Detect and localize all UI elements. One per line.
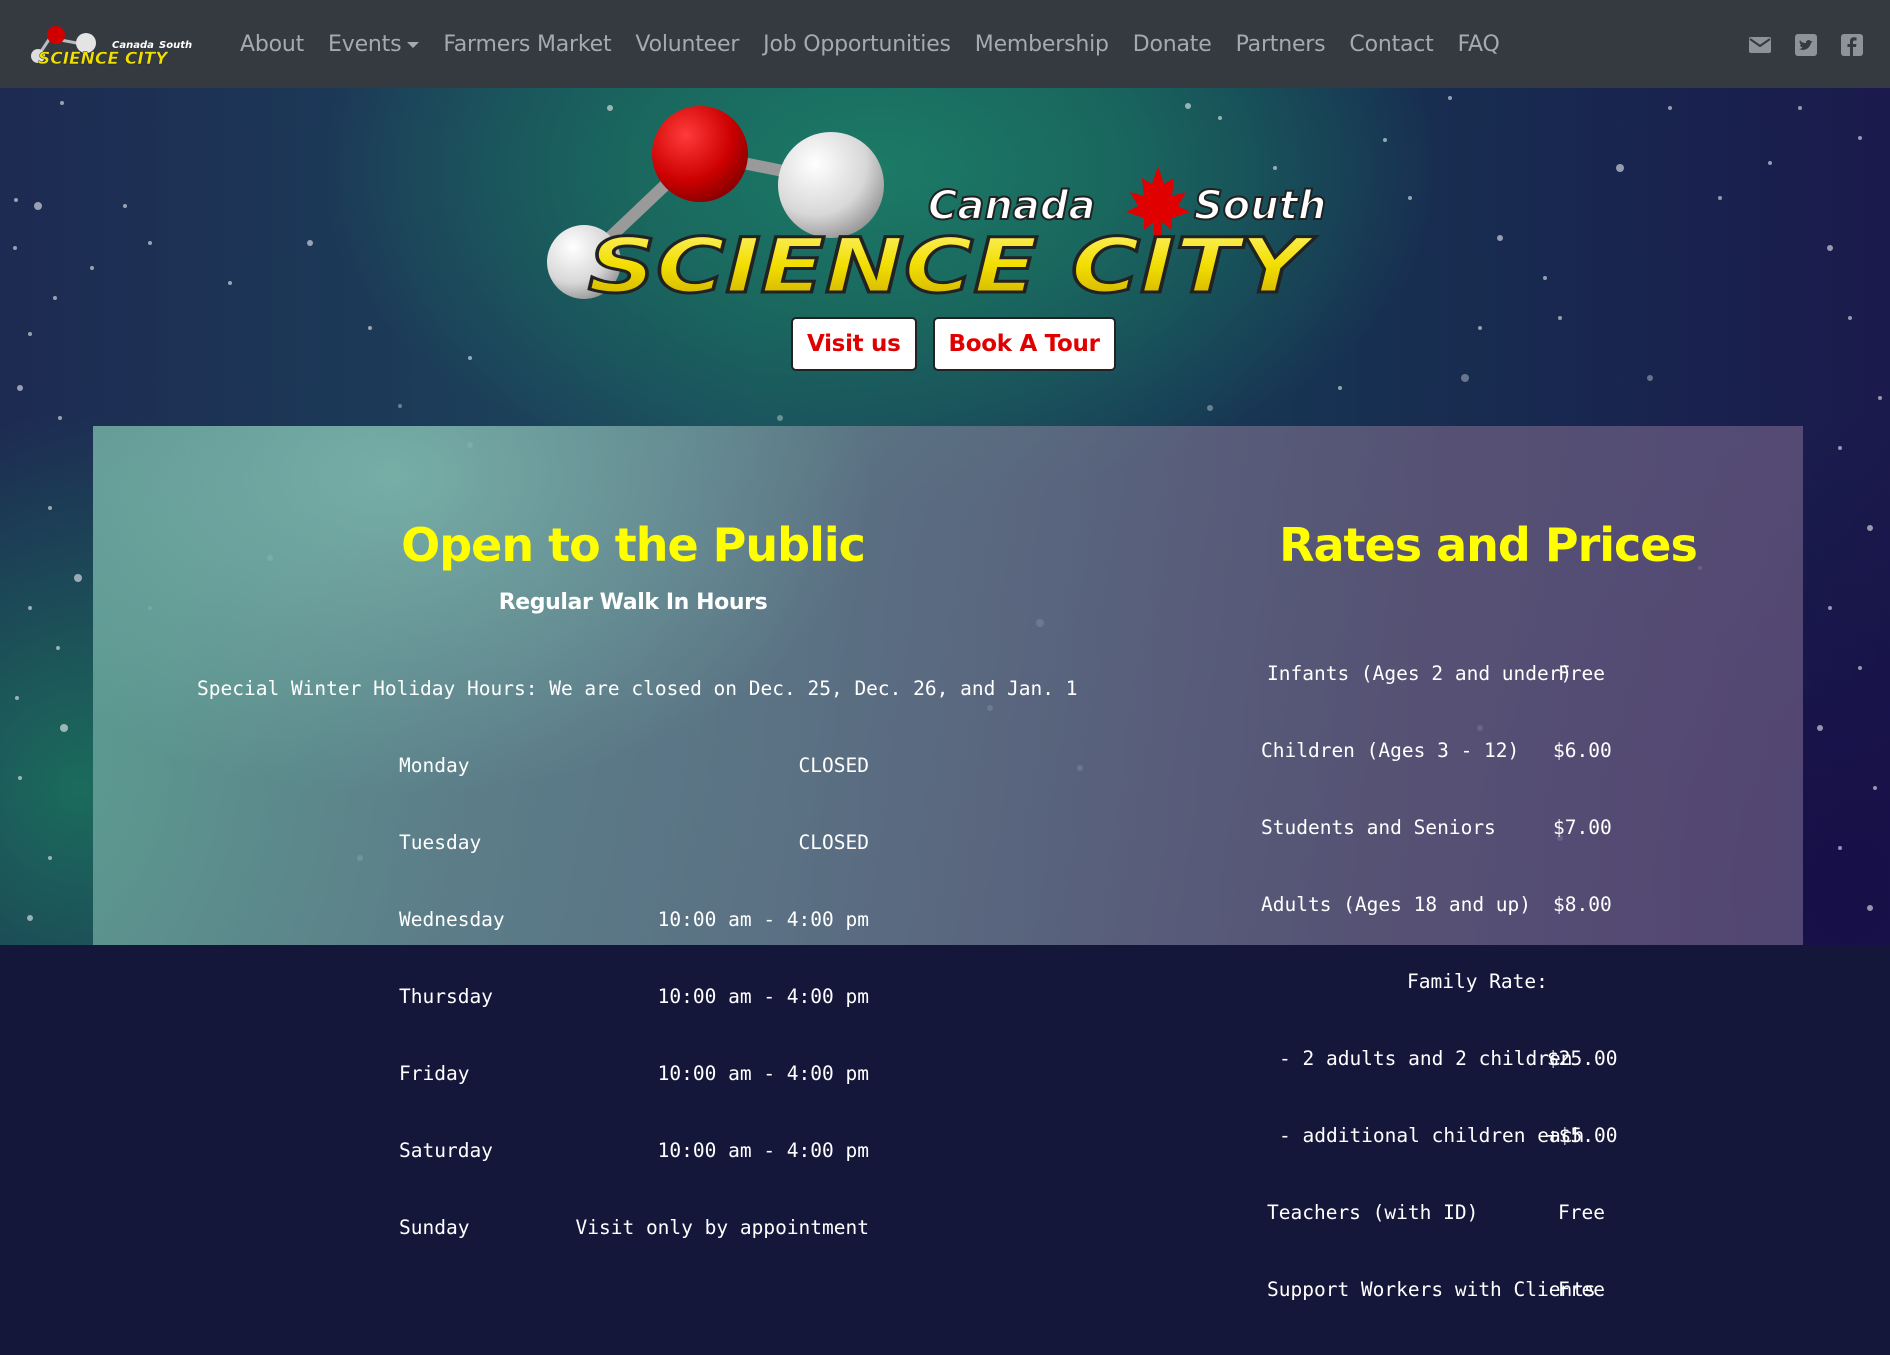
rate-price: Free: [1558, 662, 1605, 685]
rate-price: +$5.00: [1547, 1124, 1618, 1147]
caret-down-icon: [407, 41, 420, 48]
hours-table: Monday CLOSED Tuesday CLOSED Wednesday 10:0…: [399, 708, 869, 1293]
hours-time: CLOSED: [798, 754, 869, 777]
rate-label: - 2 adults and 2 children: [1279, 1047, 1573, 1070]
nav-farmers-market[interactable]: Farmers Market: [431, 32, 623, 57]
nav-faq[interactable]: FAQ: [1446, 32, 1512, 57]
nav-volunteer[interactable]: Volunteer: [623, 32, 751, 57]
hours-time: CLOSED: [798, 831, 869, 854]
rate-label: Children (Ages 3 - 12): [1261, 739, 1520, 762]
hours-day: Sunday: [399, 1216, 470, 1239]
twitter-icon[interactable]: [1794, 34, 1818, 56]
nav-events-label: Events: [328, 31, 402, 57]
rates-title: Rates and Prices: [1279, 518, 1698, 572]
nav-donate[interactable]: Donate: [1121, 32, 1224, 57]
hero-logo: Canada South SCIENCE CITY: [547, 106, 1327, 304]
book-tour-button[interactable]: Book A Tour: [932, 317, 1116, 371]
brand-logo[interactable]: Canada South SCIENCE CITY: [24, 24, 204, 70]
rate-label: Teachers (with ID): [1267, 1201, 1479, 1224]
hours-day: Friday: [399, 1062, 470, 1085]
rates-row: Adults (Ages 18 and up) $8.00: [1173, 893, 1803, 924]
hours-row: Sunday Visit only by appointment: [399, 1216, 869, 1247]
hours-time: 10:00 am - 4:00 pm: [657, 908, 869, 931]
rates-row: Infants (Ages 2 and under) Free: [1173, 662, 1803, 693]
holiday-notice: Special Winter Holiday Hours: We are clo…: [197, 677, 1078, 700]
rates-row: Family Rate:: [1173, 970, 1803, 1001]
rates-row: Teachers (with ID) Free: [1173, 1201, 1803, 1232]
rate-price: $25.00: [1547, 1047, 1618, 1070]
hours-time: 10:00 am - 4:00 pm: [657, 985, 869, 1008]
rates-row: Children (Ages 3 - 12) $6.00: [1173, 739, 1803, 770]
hours-day: Thursday: [399, 985, 493, 1008]
hours-day: Tuesday: [399, 831, 482, 854]
rates-row: Students and Seniors $7.00: [1173, 816, 1803, 847]
rates-row: - 2 adults and 2 children $25.00: [1173, 1047, 1803, 1078]
visit-us-button[interactable]: Visit us: [791, 317, 917, 371]
hero-buttons: Visit us Book A Tour: [791, 317, 1116, 371]
rate-price: $6.00: [1553, 739, 1612, 762]
nav-partners[interactable]: Partners: [1224, 32, 1338, 57]
facebook-icon[interactable]: [1840, 34, 1864, 56]
nav-membership[interactable]: Membership: [963, 32, 1121, 57]
envelope-icon[interactable]: [1748, 34, 1772, 56]
rate-price: Free: [1558, 1201, 1605, 1224]
hours-day: Monday: [399, 754, 470, 777]
top-navbar: Canada South SCIENCE CITY About Events F…: [0, 0, 1890, 88]
rate-label: Students and Seniors: [1261, 816, 1496, 839]
social-links: [1748, 34, 1864, 56]
rate-price: $8.00: [1553, 893, 1612, 916]
rate-price: $7.00: [1553, 816, 1612, 839]
hours-row: Saturday 10:00 am - 4:00 pm: [399, 1139, 869, 1170]
rates-row: Support Workers with Clients Free: [1173, 1278, 1803, 1309]
hours-row: Wednesday 10:00 am - 4:00 pm: [399, 908, 869, 939]
hours-row: Friday 10:00 am - 4:00 pm: [399, 1062, 869, 1093]
rates-table: Infants (Ages 2 and under) Free Children …: [1173, 616, 1803, 1355]
nav-job-opportunities[interactable]: Job Opportunities: [751, 32, 963, 57]
nav-contact[interactable]: Contact: [1337, 32, 1445, 57]
hours-time: 10:00 am - 4:00 pm: [657, 1139, 869, 1162]
rate-label: - additional children each: [1279, 1124, 1585, 1147]
hours-day: Saturday: [399, 1139, 493, 1162]
info-panel: Open to the Public Regular Walk In Hours…: [93, 426, 1803, 1301]
rate-label: Infants (Ages 2 and under): [1267, 662, 1573, 685]
nav-events[interactable]: Events: [316, 32, 431, 57]
hours-day: Wednesday: [399, 908, 505, 931]
hours-row: Tuesday CLOSED: [399, 831, 869, 862]
hours-title: Open to the Public: [401, 518, 866, 572]
hours-subtitle: Regular Walk In Hours: [498, 590, 768, 615]
rate-label: Family Rate:: [1407, 970, 1548, 993]
hours-time: 10:00 am - 4:00 pm: [657, 1062, 869, 1085]
rate-label: Adults (Ages 18 and up): [1261, 893, 1532, 916]
svg-text:SCIENCE CITY: SCIENCE CITY: [588, 221, 1317, 304]
rate-label: Support Workers with Clients: [1267, 1278, 1596, 1301]
nav-about[interactable]: About: [228, 32, 316, 57]
rates-row: - additional children each +$5.00: [1173, 1124, 1803, 1155]
hours-row: Thursday 10:00 am - 4:00 pm: [399, 985, 869, 1016]
svg-text:SCIENCE CITY: SCIENCE CITY: [38, 49, 169, 69]
hours-time: Visit only by appointment: [575, 1216, 870, 1239]
rate-price: Free: [1558, 1278, 1605, 1301]
hours-row: Monday CLOSED: [399, 754, 869, 785]
